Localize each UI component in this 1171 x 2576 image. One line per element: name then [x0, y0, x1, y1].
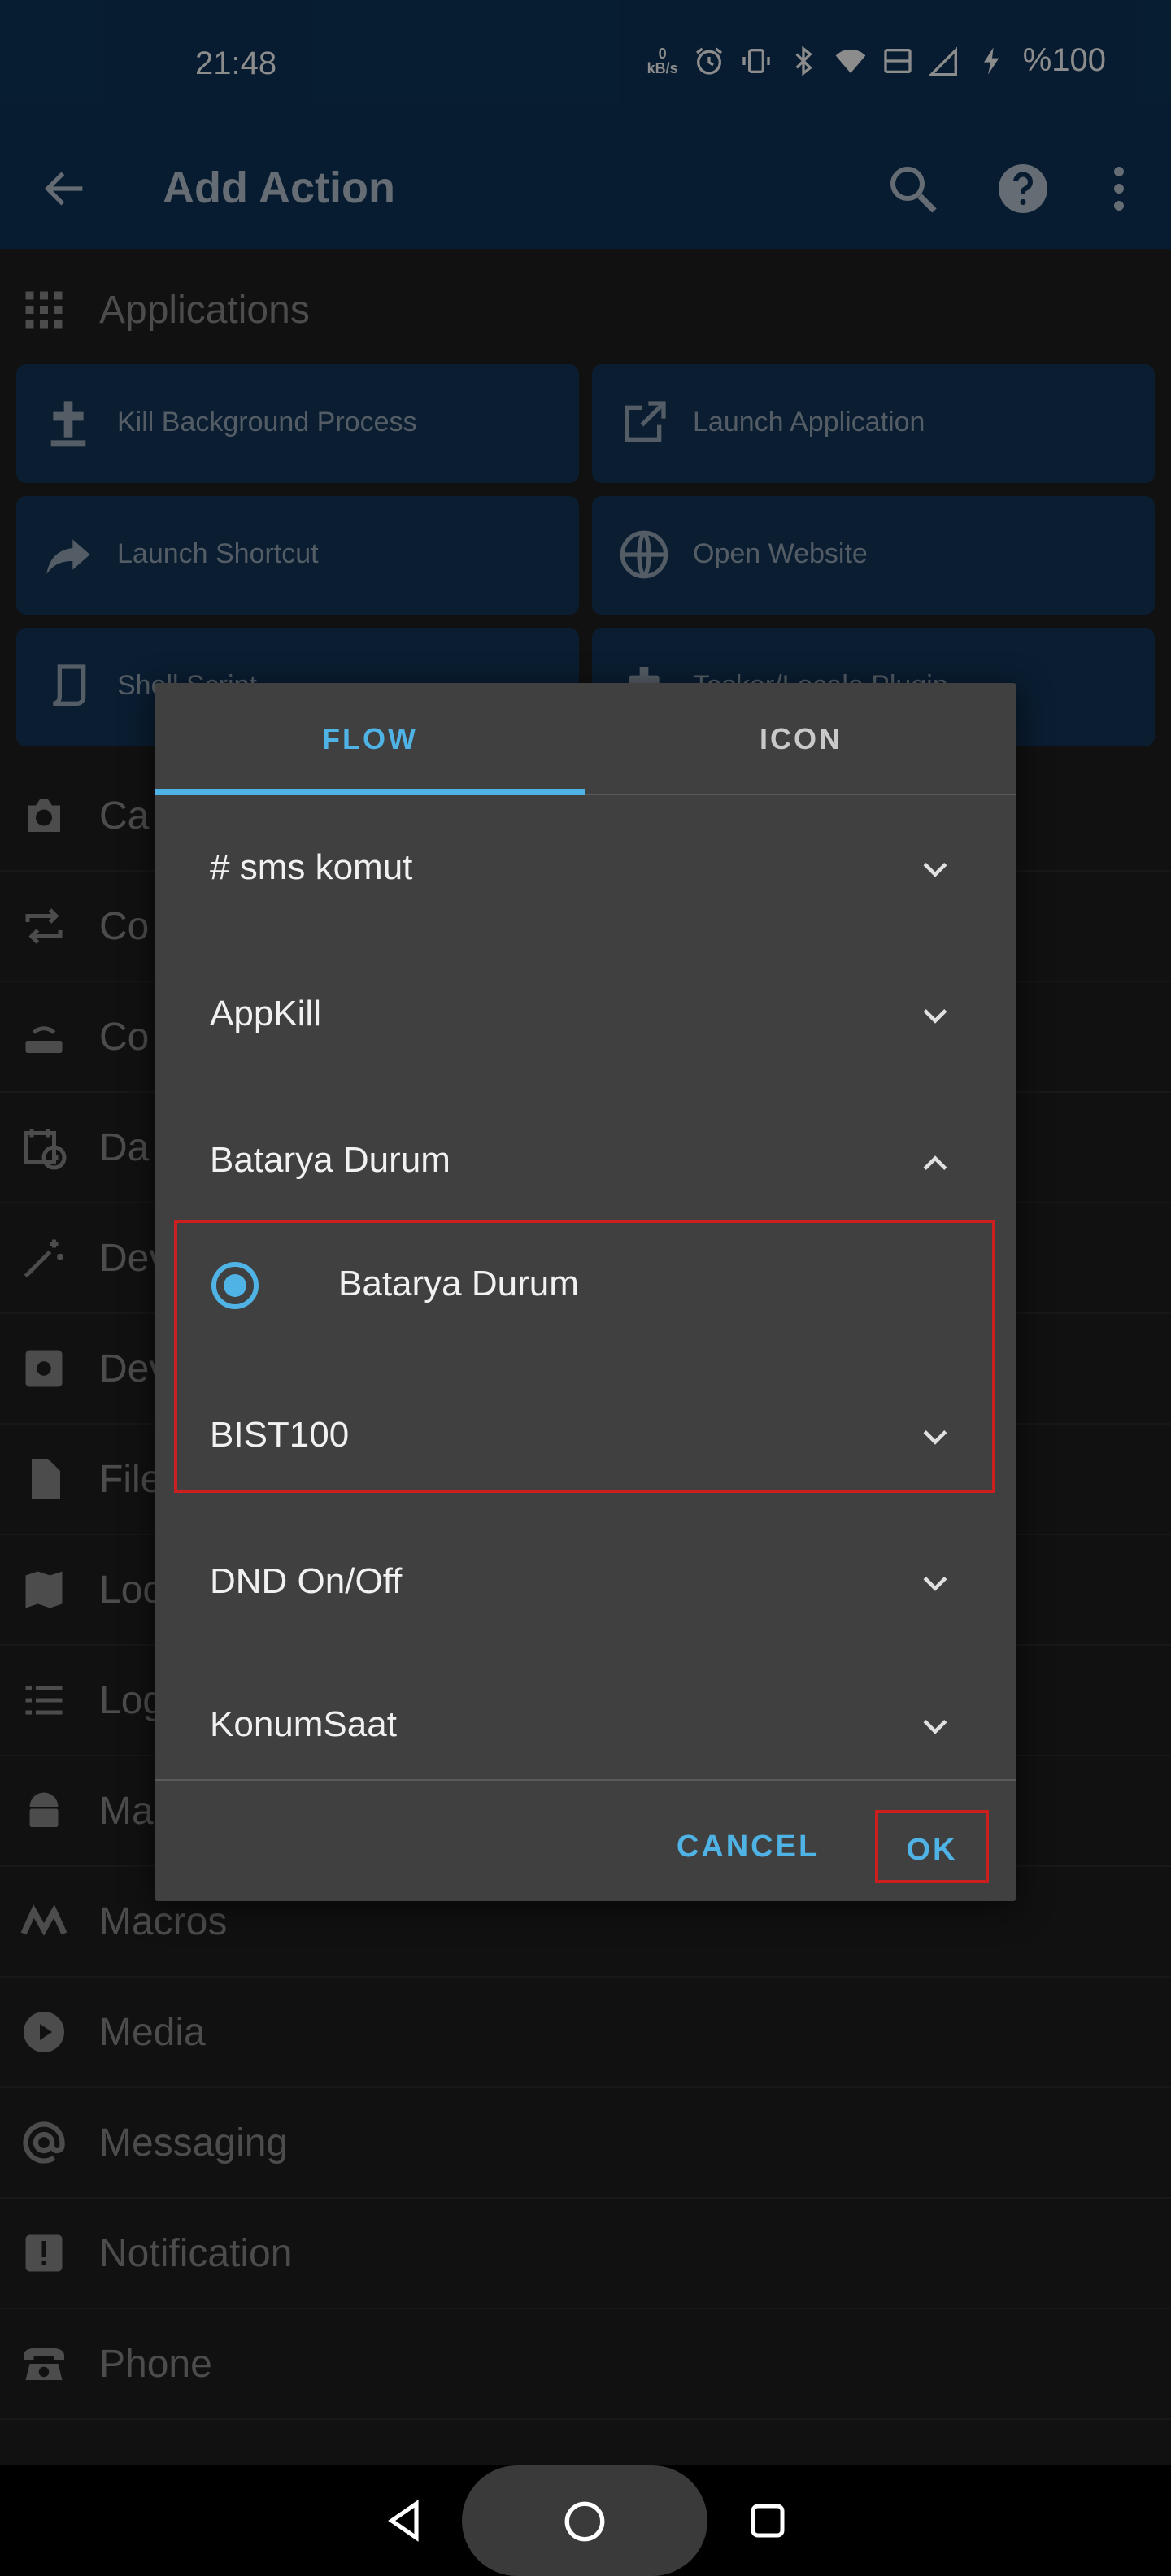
- group-label: Batarya Durum: [210, 1140, 451, 1180]
- chevron-down-icon: [923, 863, 947, 877]
- chevron-down-icon: [923, 1720, 947, 1734]
- group-sms-komut[interactable]: # sms komut: [155, 797, 1016, 943]
- group-label: BIST100: [210, 1415, 350, 1455]
- nav-back-icon[interactable]: [382, 2498, 428, 2543]
- group-label: # sms komut: [210, 847, 413, 887]
- group-label: AppKill: [210, 994, 321, 1033]
- group-konumsaat[interactable]: KonumSaat: [155, 1657, 1016, 1779]
- system-navigation-bar: [0, 2465, 1171, 2576]
- select-macro-dialog: FLOW ICON # sms komut AppKill Batarya Du…: [155, 683, 1016, 1901]
- dialog-tabs: FLOW ICON: [155, 683, 1016, 795]
- macro-item-label: Batarya Durum: [338, 1264, 579, 1303]
- chevron-down-icon: [923, 1009, 947, 1024]
- dialog-actions: CANCEL OK: [155, 1779, 1016, 1901]
- radio-selected[interactable]: [211, 1262, 259, 1309]
- chevron-up-icon: [923, 1155, 947, 1170]
- tab-icon[interactable]: ICON: [586, 683, 1016, 795]
- active-tab-indicator: [155, 789, 586, 795]
- macro-group-list[interactable]: # sms komut AppKill Batarya Durum Batary…: [155, 797, 1016, 1651]
- chevron-down-icon: [923, 1430, 947, 1445]
- nav-home-icon[interactable]: [561, 2498, 608, 2545]
- nav-recents-icon[interactable]: [748, 2501, 787, 2540]
- group-label: DND On/Off: [210, 1561, 403, 1601]
- group-dnd-on-off[interactable]: DND On/Off: [155, 1511, 1016, 1651]
- tab-flow[interactable]: FLOW: [155, 683, 586, 795]
- group-label: KonumSaat: [210, 1704, 397, 1744]
- ok-button[interactable]: OK: [875, 1810, 989, 1883]
- cancel-button[interactable]: CANCEL: [667, 1810, 829, 1883]
- chevron-down-icon: [923, 1577, 947, 1591]
- group-bist100[interactable]: BIST100: [155, 1364, 1016, 1511]
- macro-item-batarya-durum[interactable]: Batarya Durum: [155, 1228, 1016, 1342]
- group-appkill[interactable]: AppKill: [155, 943, 1016, 1090]
- group-batarya-durum[interactable]: Batarya Durum: [155, 1090, 1016, 1236]
